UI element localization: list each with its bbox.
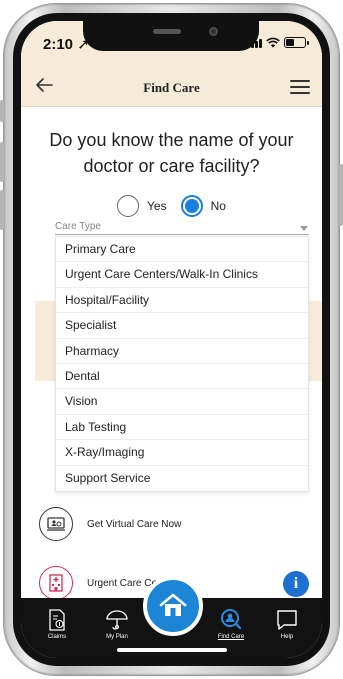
home-icon — [159, 593, 187, 616]
signal-icon — [247, 39, 262, 48]
phone-bezel: 2:10 ➚ Find Care Do you know the name of… — [13, 13, 330, 666]
nav-label-my-plan: My Plan — [106, 634, 128, 640]
app-screen: 2:10 ➚ Find Care Do you know the name of… — [21, 21, 322, 658]
virtual-care-icon — [39, 507, 73, 541]
speaker — [153, 29, 181, 34]
bottom-navigation: Claims My Plan Find Care Help — [21, 576, 322, 658]
nav-label-claims: Claims — [47, 634, 67, 640]
home-button[interactable] — [143, 576, 203, 636]
dropdown-option[interactable]: Urgent Care Centers/Walk-In Clinics — [56, 262, 308, 288]
dropdown-option[interactable]: Vision — [56, 389, 308, 415]
radio-option-no[interactable]: No — [180, 195, 226, 217]
page-title: Find Care — [143, 80, 200, 95]
radio-group: Yes No — [21, 195, 322, 217]
dropdown-option[interactable]: Support Service — [56, 466, 308, 491]
status-bar: 2:10 ➚ — [21, 21, 322, 67]
notch — [83, 21, 259, 51]
radio-no-label: No — [210, 199, 226, 213]
virtual-care-action[interactable]: Get Virtual Care Now — [39, 507, 181, 541]
dropdown-option[interactable]: Dental — [56, 364, 308, 390]
menu-button[interactable] — [290, 78, 312, 96]
radio-option-yes[interactable]: Yes — [117, 195, 167, 217]
care-type-label[interactable]: Care Type — [55, 221, 101, 232]
dropdown-option[interactable]: Primary Care — [56, 237, 308, 263]
volume-up-button — [0, 142, 4, 182]
radio-yes-label: Yes — [147, 199, 167, 213]
radio-no[interactable] — [180, 195, 203, 217]
nav-item-claims[interactable]: Claims — [35, 608, 79, 640]
wifi-icon — [266, 37, 280, 48]
chevron-down-icon[interactable] — [300, 226, 308, 231]
camera — [209, 27, 218, 36]
dropdown-option[interactable]: X-Ray/Imaging — [56, 440, 308, 466]
status-time: 2:10 ➚ — [43, 36, 90, 53]
chat-bubble-icon — [277, 610, 297, 630]
virtual-care-label: Get Virtual Care Now — [87, 518, 182, 530]
dropdown-option[interactable]: Pharmacy — [56, 339, 308, 364]
nav-item-help[interactable]: Help — [265, 608, 309, 640]
dropdown-option[interactable]: Specialist — [56, 313, 308, 339]
nav-label-help: Help — [280, 634, 294, 640]
home-indicator — [117, 648, 227, 652]
nav-item-find-care[interactable]: Find Care — [209, 608, 253, 640]
care-type-dropdown[interactable]: Primary Care Urgent Care Centers/Walk-In… — [55, 236, 309, 492]
battery-icon — [284, 37, 309, 48]
nav-item-my-plan[interactable]: My Plan — [95, 608, 139, 640]
find-care-search-icon — [221, 609, 242, 630]
umbrella-icon — [106, 610, 128, 630]
dropdown-option[interactable]: Hospital/Facility — [56, 288, 308, 314]
care-type-underline — [55, 234, 309, 235]
mute-switch — [0, 100, 4, 122]
nav-label-find-care: Find Care — [217, 634, 245, 640]
hospital-building-icon — [39, 566, 73, 600]
phone-frame: 2:10 ➚ Find Care Do you know the name of… — [0, 4, 343, 675]
app-header: Find Care — [21, 67, 322, 107]
hamburger-menu-icon — [290, 80, 310, 82]
volume-down-button — [0, 190, 4, 230]
power-button — [339, 164, 343, 226]
dropdown-option[interactable]: Lab Testing — [56, 415, 308, 441]
question-heading: Do you know the name of your doctor or c… — [49, 130, 294, 176]
info-icon[interactable]: i — [283, 571, 309, 597]
status-icons — [247, 37, 309, 48]
claims-icon — [49, 609, 65, 631]
radio-yes[interactable] — [117, 195, 140, 217]
